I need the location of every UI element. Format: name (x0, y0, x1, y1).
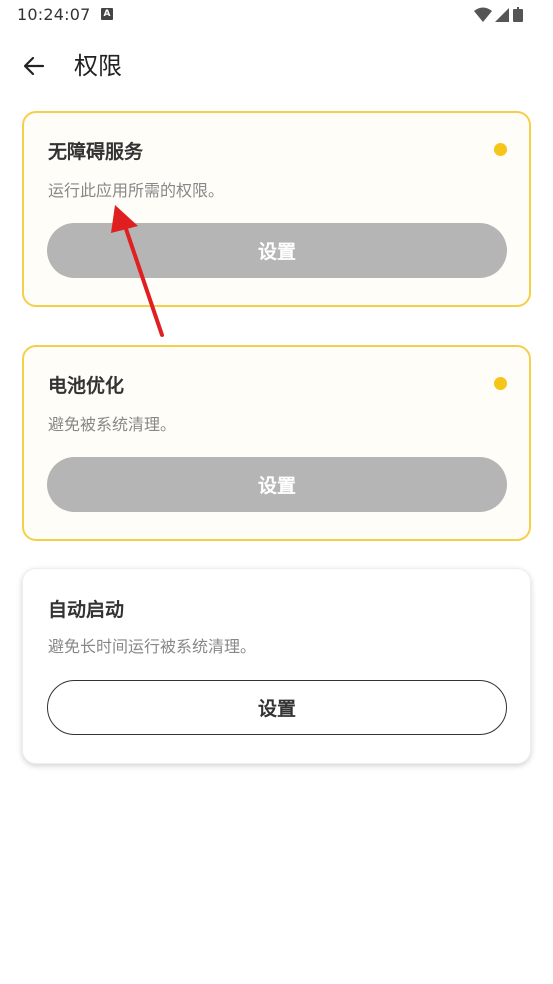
status-icons (473, 6, 537, 24)
status-dot (494, 377, 507, 390)
card-description: 避免被系统清理。 (48, 415, 177, 434)
status-time: 10:24:07 (17, 5, 91, 24)
settings-button[interactable]: 设置 (47, 223, 507, 278)
card-title: 电池优化 (48, 375, 125, 397)
status-dot (494, 143, 507, 156)
settings-button[interactable]: 设置 (47, 457, 507, 512)
page-title: 权限 (74, 52, 122, 80)
card-description: 运行此应用所需的权限。 (48, 181, 225, 200)
card-description: 避免长时间运行被系统清理。 (48, 637, 257, 656)
card-title: 无障碍服务 (48, 141, 144, 163)
permission-card-battery: 电池优化 避免被系统清理。 设置 (22, 345, 531, 541)
permission-card-accessibility: 无障碍服务 运行此应用所需的权限。 设置 (22, 111, 531, 307)
settings-button[interactable]: 设置 (47, 680, 507, 735)
card-title: 自动启动 (48, 599, 125, 621)
back-button[interactable] (18, 50, 50, 82)
signal-icon (495, 8, 509, 22)
permission-card-autostart: 自动启动 避免长时间运行被系统清理。 设置 (22, 568, 531, 764)
app-bar: 权限 (0, 40, 553, 90)
status-bar: 10:24:07 A (0, 0, 553, 30)
wifi-icon (474, 7, 492, 22)
notification-a-icon: A (101, 8, 113, 20)
arrow-left-icon (23, 56, 45, 76)
battery-icon (513, 7, 523, 22)
